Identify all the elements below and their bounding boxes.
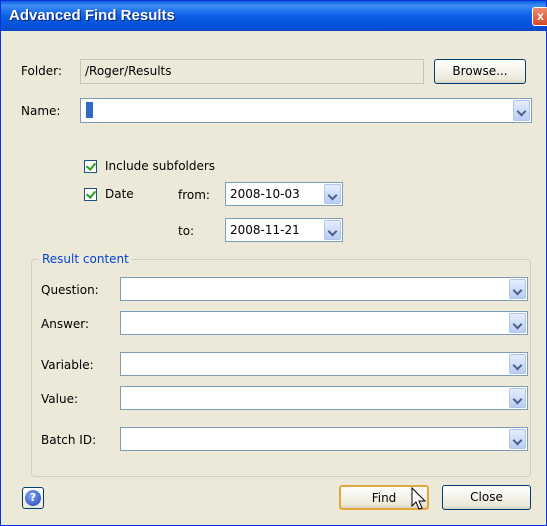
batch-id-label: Batch ID: (41, 433, 97, 447)
date-to-value: 2008-11-21 (230, 223, 300, 237)
name-combobox[interactable] (80, 98, 532, 123)
chevron-down-icon[interactable] (324, 184, 341, 204)
close-icon[interactable]: x (532, 7, 547, 26)
question-label: Question: (41, 283, 99, 297)
help-icon: ? (25, 490, 41, 506)
chevron-down-icon[interactable] (509, 279, 526, 299)
chevron-down-icon[interactable] (509, 354, 526, 374)
advanced-find-dialog: Advanced Find Results x Folder: /Roger/R… (0, 0, 547, 526)
name-label: Name: (21, 104, 61, 118)
mouse-pointer-icon (411, 487, 427, 510)
value-label: Value: (41, 392, 78, 406)
result-content-legend: Result content (39, 252, 132, 266)
date-checkbox[interactable] (84, 188, 97, 201)
include-subfolders-checkbox[interactable] (84, 160, 97, 173)
date-to-picker[interactable]: 2008-11-21 (225, 218, 343, 242)
folder-field: /Roger/Results (80, 59, 424, 84)
answer-label: Answer: (41, 317, 90, 331)
date-from-picker[interactable]: 2008-10-03 (225, 182, 343, 206)
text-caret (86, 102, 93, 118)
variable-combobox[interactable] (120, 352, 528, 376)
date-from-value: 2008-10-03 (230, 187, 300, 201)
chevron-down-icon[interactable] (324, 220, 341, 240)
close-button[interactable]: Close (442, 485, 531, 510)
date-to-label: to: (178, 224, 195, 238)
value-combobox[interactable] (120, 386, 528, 410)
question-combobox[interactable] (120, 277, 528, 301)
batch-id-combobox[interactable] (120, 427, 528, 451)
chevron-down-icon[interactable] (509, 429, 526, 449)
answer-combobox[interactable] (120, 311, 528, 335)
include-subfolders-label: Include subfolders (105, 159, 216, 173)
help-button[interactable]: ? (22, 487, 44, 509)
chevron-down-icon[interactable] (509, 388, 526, 408)
browse-button[interactable]: Browse... (434, 59, 526, 84)
folder-label: Folder: (21, 64, 62, 78)
window-title: Advanced Find Results (9, 7, 175, 24)
chevron-down-icon[interactable] (509, 313, 526, 333)
title-bar[interactable]: Advanced Find Results (1, 1, 546, 31)
folder-value: /Roger/Results (85, 64, 172, 78)
date-from-label: from: (178, 188, 210, 202)
date-label: Date (105, 187, 134, 201)
chevron-down-icon[interactable] (513, 100, 530, 121)
variable-label: Variable: (41, 358, 94, 372)
